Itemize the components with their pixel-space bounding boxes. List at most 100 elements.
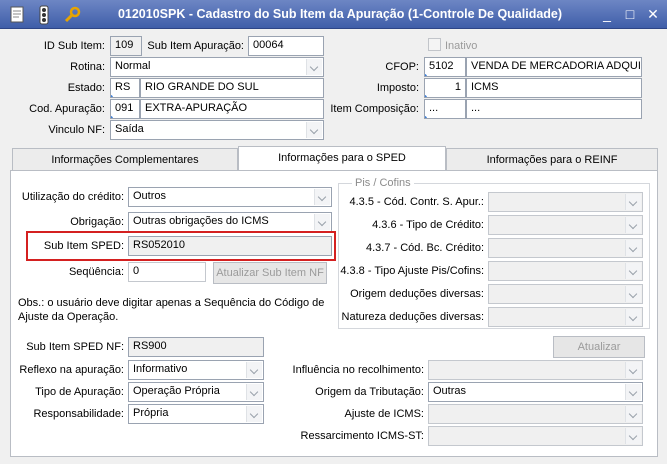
chevron-down-icon xyxy=(625,240,641,256)
origem-deducoes-select[interactable] xyxy=(488,284,643,304)
sub-item-apuracao-field[interactable]: 00064 xyxy=(248,36,324,56)
obrigacao-label: Obrigação: xyxy=(70,216,124,228)
cod-contr-select[interactable] xyxy=(488,192,643,212)
tipo-ajuste-label: 4.3.8 - Tipo Ajuste Pis/Cofins: xyxy=(340,265,484,277)
doc-icon[interactable] xyxy=(8,5,28,25)
responsabilidade-select[interactable]: Própria xyxy=(128,404,264,424)
tab-informacoes-sped[interactable]: Informações para o SPED xyxy=(238,146,446,172)
estado-desc-field: RIO GRANDE DO SUL xyxy=(140,78,324,98)
cod-bc-credito-select[interactable] xyxy=(488,238,643,258)
lookup-dot-icon xyxy=(111,116,113,118)
chevron-down-icon xyxy=(246,406,262,422)
tab-informacoes-reinf[interactable]: Informações para o REINF xyxy=(446,148,658,172)
sub-item-apuracao-label: Sub Item Apuração: xyxy=(147,40,244,52)
utilizacao-credito-label: Utilização do crédito: xyxy=(21,191,124,203)
vinculo-nf-select[interactable]: Saída xyxy=(110,120,324,140)
utilizacao-credito-select[interactable]: Outros xyxy=(128,187,332,207)
item-composicao-code-field[interactable]: ... xyxy=(424,99,466,119)
tipo-apuracao-select[interactable]: Operação Própria xyxy=(128,382,264,402)
cod-apuracao-desc-field: EXTRA-APURAÇÃO xyxy=(140,99,324,119)
maximize-button[interactable]: □ xyxy=(620,5,640,23)
sub-item-sped-label: Sub Item SPED: xyxy=(43,240,124,252)
rotina-select[interactable]: Normal xyxy=(110,57,324,77)
cod-bc-credito-label: 4.3.7 - Cód. Bc. Crédito: xyxy=(366,242,484,254)
natureza-deducoes-label: Natureza deduções diversas: xyxy=(341,311,484,323)
item-composicao-label: Item Composição: xyxy=(330,103,419,115)
pis-cofins-title: Pis / Cofins xyxy=(352,177,414,189)
chevron-down-icon xyxy=(625,286,641,302)
responsabilidade-value: Própria xyxy=(133,407,169,419)
origem-tributacao-value: Outras xyxy=(433,385,467,397)
utilizacao-credito-value: Outros xyxy=(133,190,167,202)
tab-informacoes-complementares[interactable]: Informações Complementares xyxy=(12,148,238,172)
imposto-desc-field: ICMS xyxy=(466,78,642,98)
cfop-desc-field: VENDA DE MERCADORIA ADQUIRIDA xyxy=(466,57,642,77)
origem-tributacao-select[interactable]: Outras xyxy=(428,382,643,402)
chevron-down-icon xyxy=(625,384,641,400)
item-composicao-desc-field: ... xyxy=(466,99,642,119)
tipo-apuracao-label: Tipo de Apuração: xyxy=(35,386,124,398)
estado-code-field[interactable]: RS xyxy=(110,78,140,98)
id-sub-item-field: 109 xyxy=(110,36,142,56)
atualizar-button[interactable]: Atualizar xyxy=(553,336,645,358)
inativo-label: Inativo xyxy=(445,40,478,52)
minimize-button[interactable]: _ xyxy=(597,5,617,23)
chevron-down-icon xyxy=(625,194,641,210)
origem-deducoes-label: Origem deduções diversas: xyxy=(350,288,484,300)
lookup-dot-icon xyxy=(425,116,427,118)
reflexo-apuracao-label: Reflexo na apuração: xyxy=(19,364,124,376)
imposto-code: 1 xyxy=(454,81,461,93)
ressarcimento-label: Ressarcimento ICMS-ST: xyxy=(300,430,424,442)
id-sub-item-label: ID Sub Item: xyxy=(43,40,105,52)
chevron-down-icon xyxy=(306,122,322,138)
imposto-code-field[interactable]: 1 xyxy=(424,78,466,98)
chevron-down-icon xyxy=(306,59,322,75)
lookup-dot-icon xyxy=(111,95,113,97)
cfop-code-field[interactable]: 5102 xyxy=(424,57,466,77)
obrigacao-select[interactable]: Outras obrigações do ICMS xyxy=(128,212,332,232)
tipo-credito-select[interactable] xyxy=(488,215,643,235)
tipo-ajuste-select[interactable] xyxy=(488,261,643,281)
cfop-label: CFOP: xyxy=(385,61,419,73)
natureza-deducoes-select[interactable] xyxy=(488,307,643,327)
ressarcimento-select[interactable] xyxy=(428,426,643,446)
sub-item-sped-field: RS052010 xyxy=(128,236,332,256)
influencia-recolhimento-select[interactable] xyxy=(428,360,643,380)
obs-text: Obs.: o usuário deve digitar apenas a Se… xyxy=(18,297,325,323)
sequencia-label: Seqüência: xyxy=(68,266,124,278)
sub-item-sped-nf-label: Sub Item SPED NF: xyxy=(26,341,124,353)
chevron-down-icon xyxy=(625,428,641,444)
chevron-down-icon xyxy=(625,362,641,378)
sub-item-sped-nf-field: RS900 xyxy=(128,337,264,357)
origem-tributacao-label: Origem da Tributação: xyxy=(315,386,424,398)
chevron-down-icon xyxy=(314,189,330,205)
estado-label: Estado: xyxy=(67,82,105,94)
chevron-down-icon xyxy=(625,217,641,233)
chevron-down-icon xyxy=(314,214,330,230)
estado-code: RS xyxy=(115,81,131,93)
cod-apuracao-code: 091 xyxy=(115,102,134,114)
ajuste-icms-label: Ajuste de ICMS: xyxy=(344,408,424,420)
tipo-apuracao-value: Operação Própria xyxy=(133,385,220,397)
cod-apuracao-code-field[interactable]: 091 xyxy=(110,99,140,119)
tipo-credito-label: 4.3.6 - Tipo de Crédito: xyxy=(372,219,484,231)
ajuste-icms-select[interactable] xyxy=(428,404,643,424)
inativo-checkbox[interactable] xyxy=(428,38,441,51)
item-composicao-code: ... xyxy=(429,102,439,114)
vinculo-nf-value: Saída xyxy=(115,123,144,135)
vinculo-nf-label: Vinculo NF: xyxy=(48,124,105,136)
sequencia-field[interactable]: 0 xyxy=(128,262,206,282)
chevron-down-icon xyxy=(625,309,641,325)
lookup-dot-icon xyxy=(425,95,427,97)
chevron-down-icon xyxy=(625,406,641,422)
influencia-recolhimento-label: Influência no recolhimento: xyxy=(292,364,424,376)
chevron-down-icon xyxy=(246,384,262,400)
close-button[interactable]: ✕ xyxy=(643,5,663,23)
reflexo-apuracao-select[interactable]: Informativo xyxy=(128,360,264,380)
traffic-light-icon[interactable] xyxy=(34,5,54,25)
rotina-value: Normal xyxy=(115,60,151,72)
atualizar-sub-item-nf-button[interactable]: Atualizar Sub Item NF xyxy=(213,262,327,284)
wrench-icon[interactable] xyxy=(62,5,82,25)
cod-apuracao-label: Cod. Apuração: xyxy=(29,103,105,115)
obrigacao-value: Outras obrigações do ICMS xyxy=(133,215,269,227)
